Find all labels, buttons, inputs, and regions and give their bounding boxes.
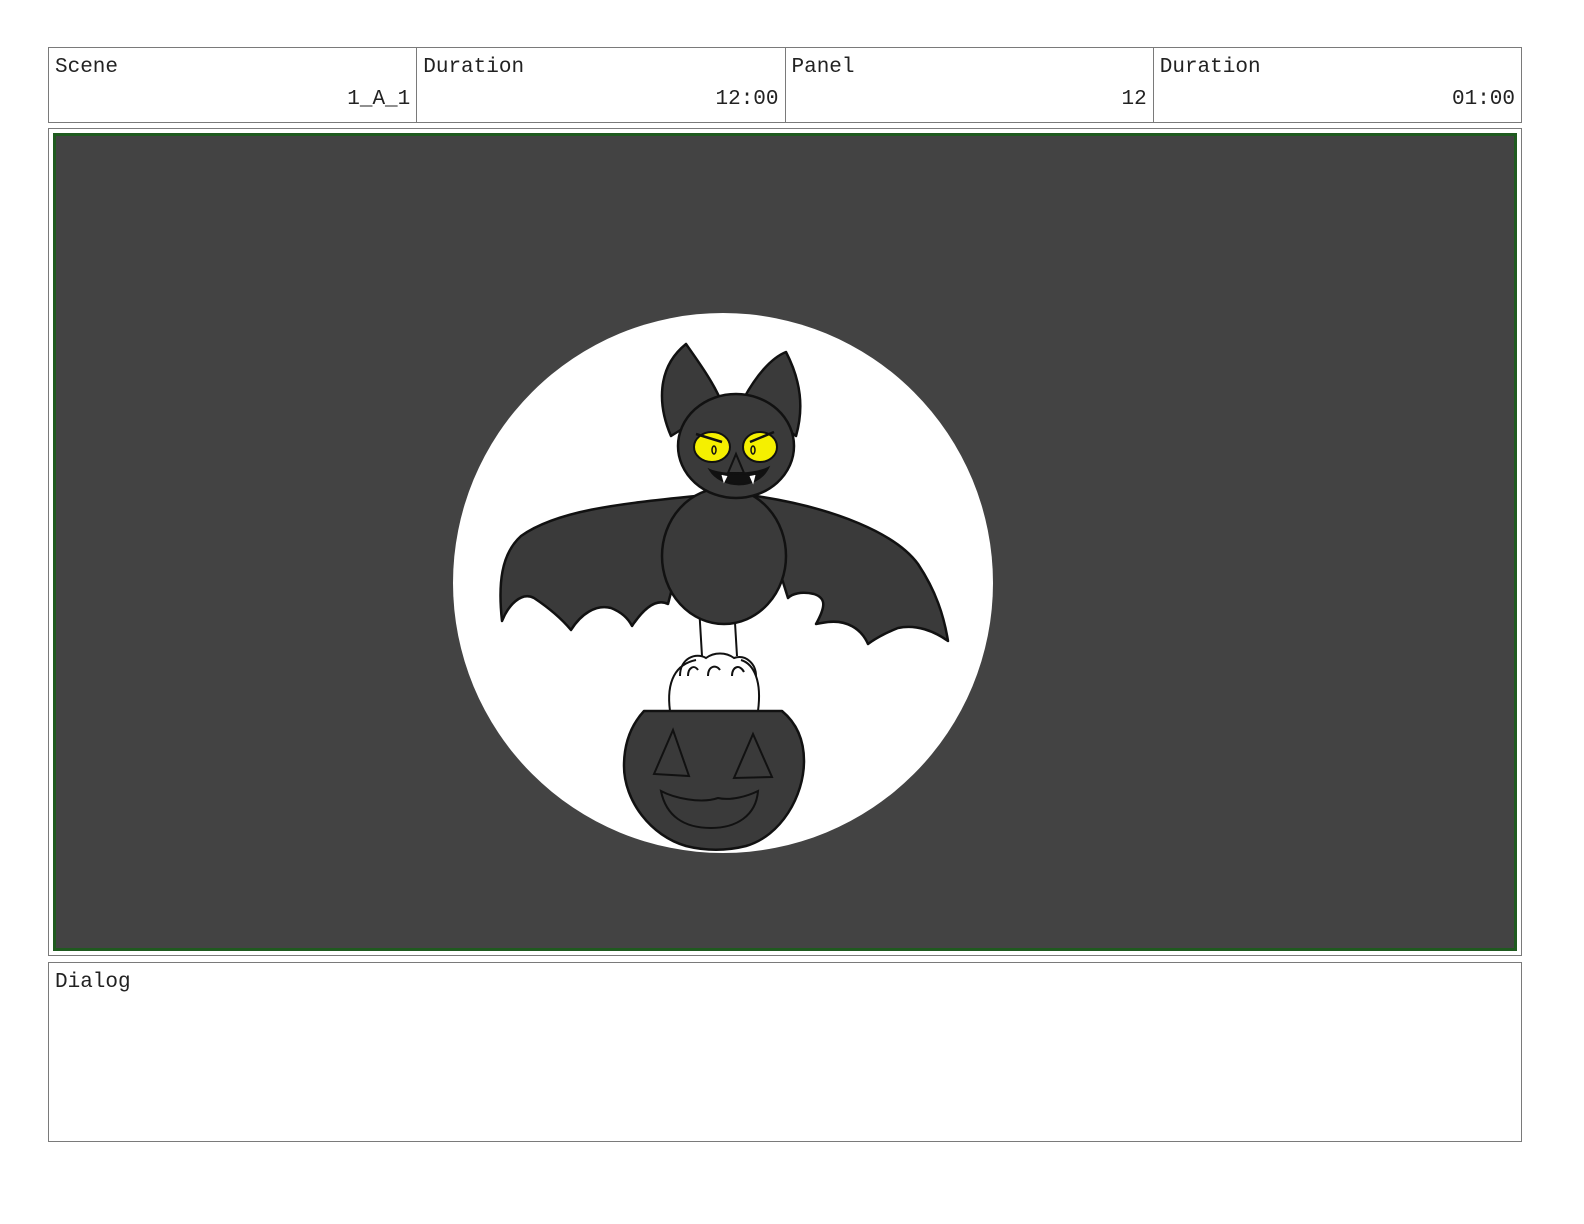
scene-duration-cell: Duration 12:00 xyxy=(417,48,786,122)
scene-value[interactable]: 1_A_1 xyxy=(347,88,410,112)
panel-cell: Panel 12 xyxy=(786,48,1154,122)
panel-image[interactable] xyxy=(53,133,1517,951)
scene-label: Scene xyxy=(55,56,119,79)
panel-duration-cell: Duration 01:00 xyxy=(1154,48,1521,122)
panel-frame xyxy=(48,128,1522,956)
scene-cell: Scene 1_A_1 xyxy=(49,48,418,122)
panel-label: Panel xyxy=(791,56,855,79)
bat-body xyxy=(660,486,788,626)
panel-drawing xyxy=(453,313,993,853)
panel-value[interactable]: 12 xyxy=(1122,88,1147,112)
storyboard-header: Scene 1_A_1 Duration 12:00 Panel 12 Dura… xyxy=(48,47,1522,123)
scene-duration-label: Duration xyxy=(423,56,525,79)
dialog-box[interactable]: Dialog xyxy=(48,962,1522,1142)
panel-duration-label: Duration xyxy=(1159,56,1261,79)
scene-duration-value[interactable]: 12:00 xyxy=(715,88,778,112)
dialog-label: Dialog xyxy=(55,971,131,994)
panel-duration-value[interactable]: 01:00 xyxy=(1452,88,1515,112)
